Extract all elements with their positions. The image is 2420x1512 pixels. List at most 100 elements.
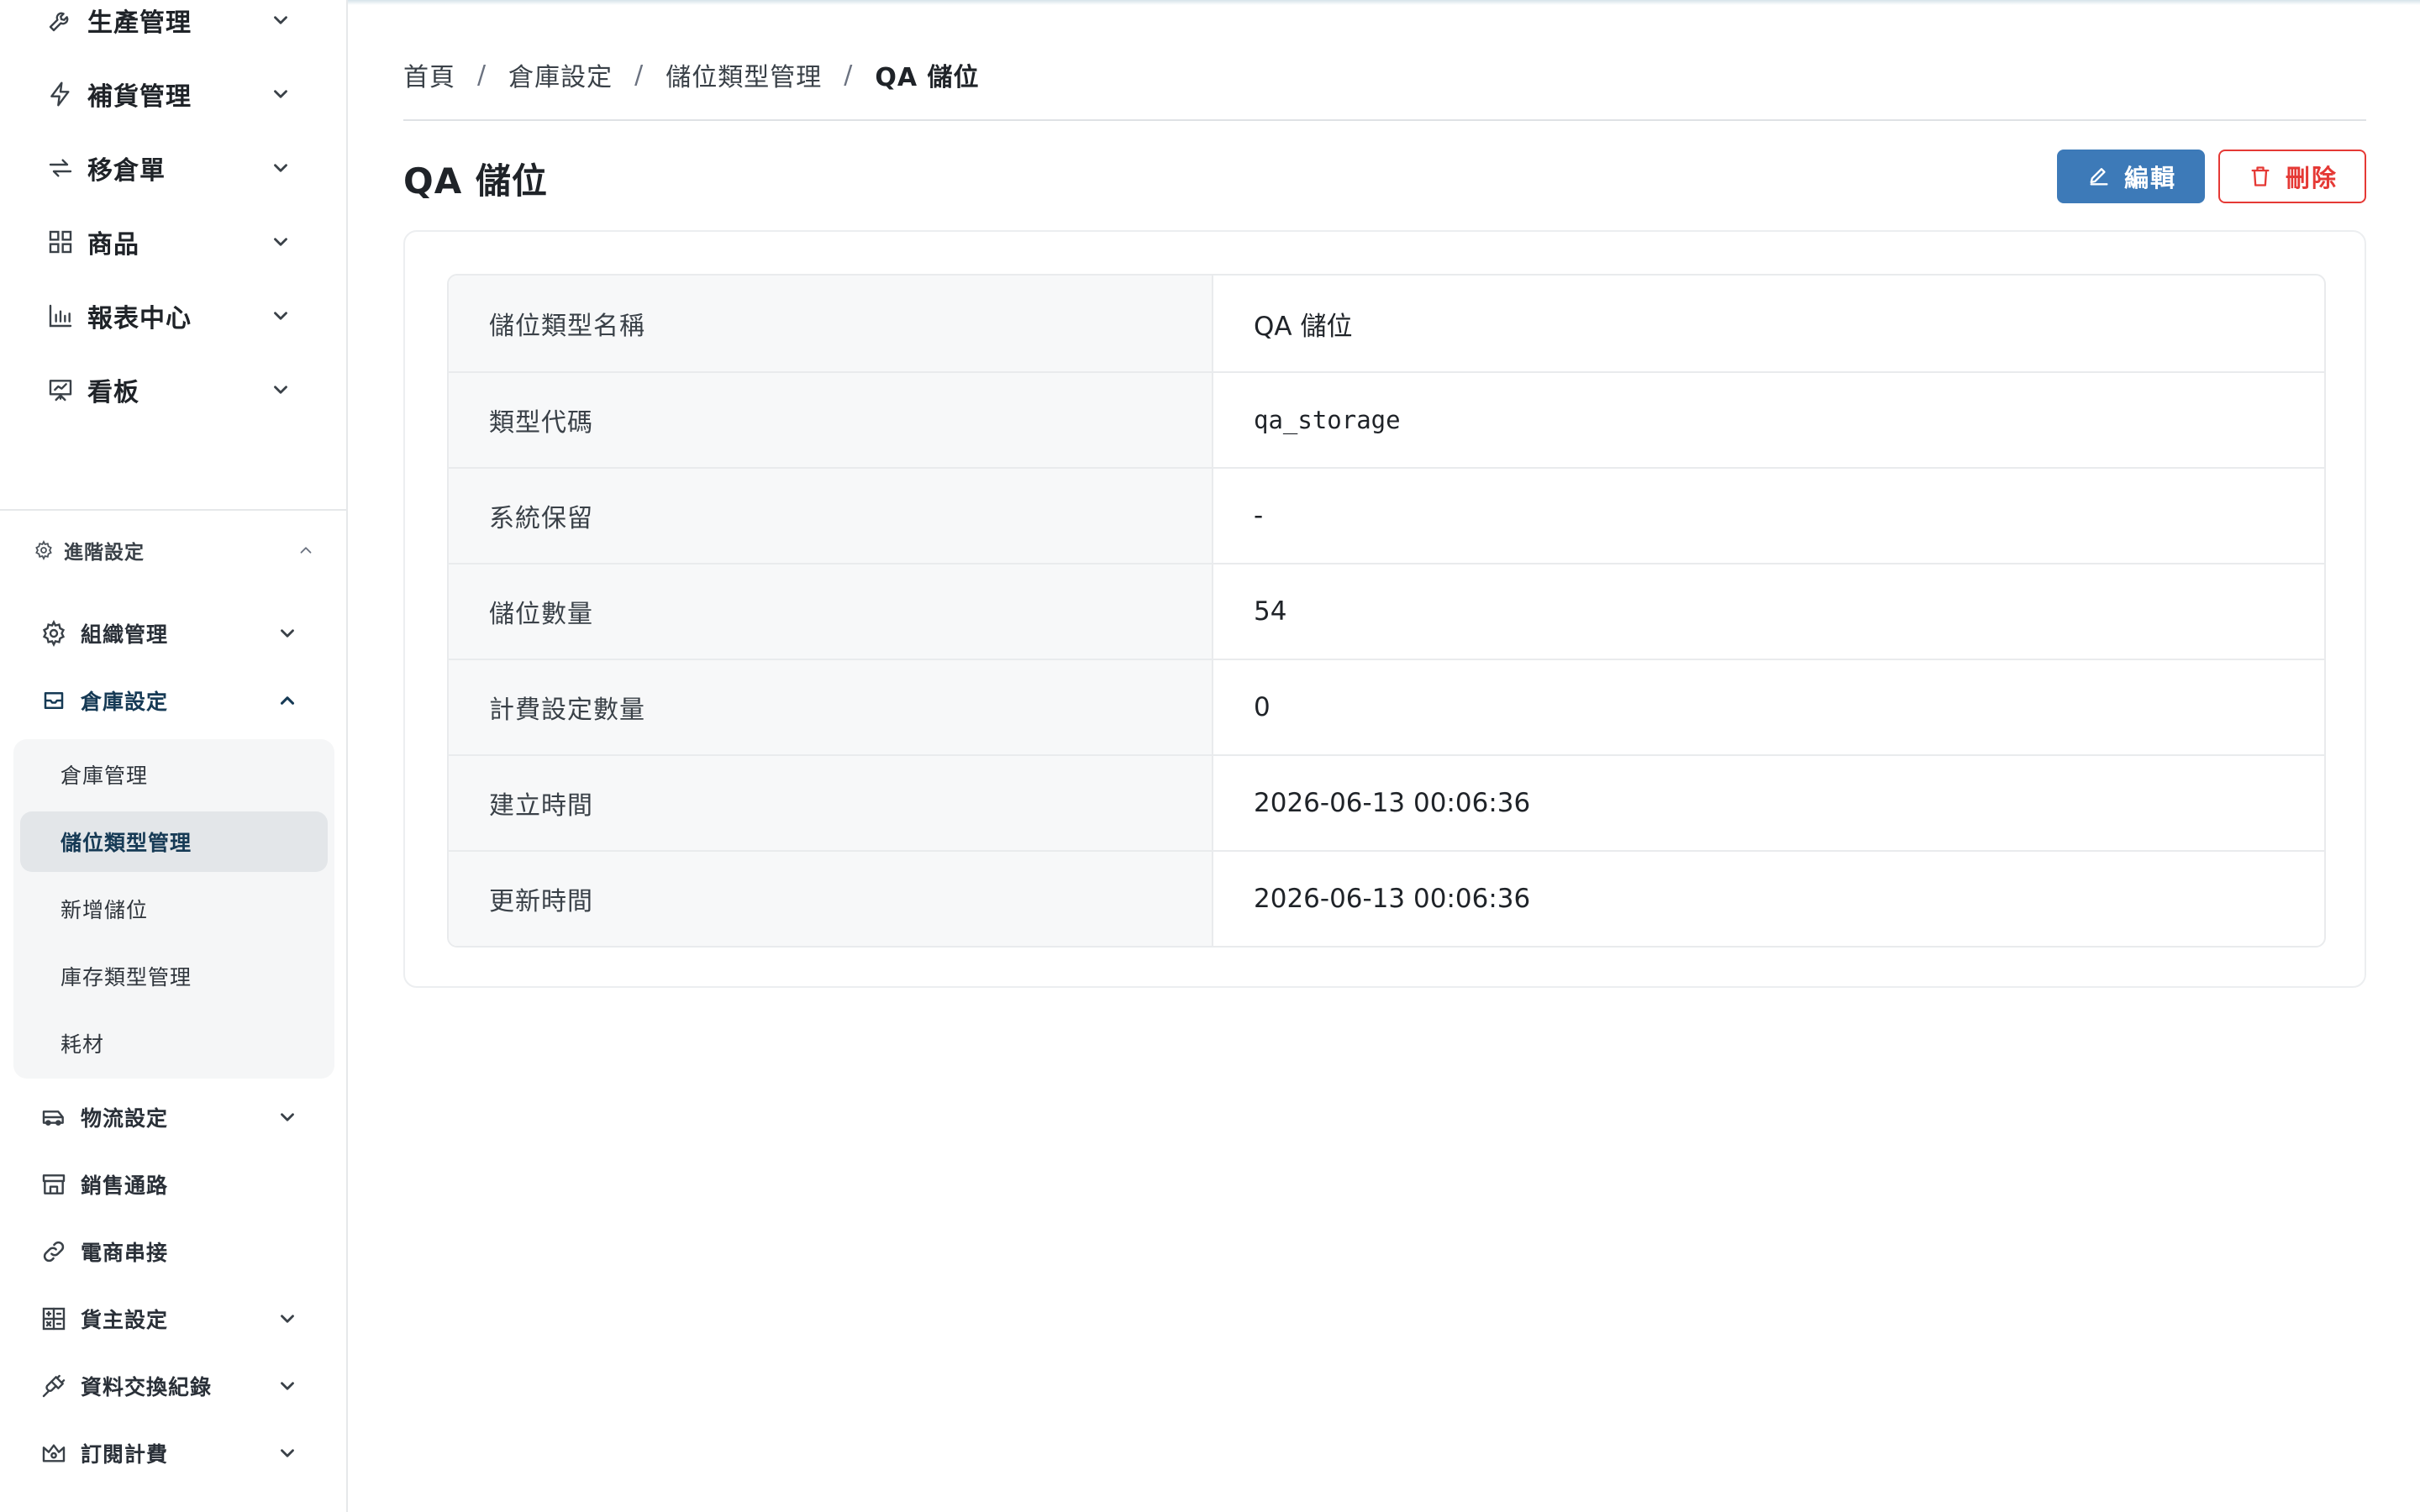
details-card: 儲位類型名稱 QA 儲位 類型代碼 qa_storage 系統保留 - 儲位數量… <box>403 230 2366 988</box>
table-row: 系統保留 - <box>449 467 2324 563</box>
chevron-down-icon <box>267 7 294 34</box>
sidebar-item-reports[interactable]: 報表中心 <box>0 279 346 353</box>
sidebar-item-label: 物流設定 <box>81 1106 169 1131</box>
crown-icon <box>39 1438 69 1468</box>
breadcrumb-separator: / <box>477 60 487 90</box>
breadcrumb-separator: / <box>634 60 644 90</box>
breadcrumb: 首頁 / 倉庫設定 / 儲位類型管理 / QA 儲位 <box>403 55 980 94</box>
breadcrumb-storage-types[interactable]: 儲位類型管理 <box>666 56 822 93</box>
sidebar-item-organization[interactable]: 組織管理 <box>0 600 346 667</box>
submenu-item-inventory-types[interactable]: 庫存類型管理 <box>20 946 328 1006</box>
sidebar-item-products[interactable]: 商品 <box>0 205 346 279</box>
submenu-item-label: 新增儲位 <box>60 898 149 922</box>
table-row: 計費設定數量 0 <box>449 659 2324 754</box>
chevron-down-icon <box>274 620 301 647</box>
pencil-icon <box>2086 163 2112 190</box>
inbox-icon <box>39 685 69 716</box>
detail-value-storage-count: 54 <box>1254 596 1287 627</box>
detail-label: 類型代碼 <box>449 373 1213 467</box>
chevron-down-icon <box>267 302 294 329</box>
sidebar-item-production[interactable]: 生產管理 <box>0 0 346 57</box>
storefront-icon <box>39 1169 69 1200</box>
submenu-item-storage-types[interactable]: 儲位類型管理 <box>20 811 328 872</box>
detail-value-code: qa_storage <box>1254 406 1401 434</box>
sidebar-item-replenishment[interactable]: 補貨管理 <box>0 57 346 131</box>
details-table: 儲位類型名稱 QA 儲位 類型代碼 qa_storage 系統保留 - 儲位數量… <box>447 274 2326 948</box>
link-icon <box>39 1236 69 1267</box>
breadcrumb-home[interactable]: 首頁 <box>403 56 455 93</box>
chevron-up-icon <box>274 687 301 714</box>
detail-value-name: QA 儲位 <box>1254 311 1353 342</box>
detail-label: 儲位數量 <box>449 564 1213 659</box>
sidebar-item-logistics[interactable]: 物流設定 <box>0 1084 346 1151</box>
warehouse-submenu: 倉庫管理 儲位類型管理 新增儲位 庫存類型管理 耗材 <box>13 739 334 1079</box>
grid-icon <box>44 225 77 259</box>
sidebar-item-sales-channels[interactable]: 銷售通路 <box>0 1151 346 1218</box>
transfer-arrows-icon <box>44 151 77 185</box>
sidebar-item-label: 資料交換紀錄 <box>81 1375 213 1399</box>
detail-label: 建立時間 <box>449 756 1213 850</box>
sidebar-section-label: 進階設定 <box>64 542 145 564</box>
sidebar-item-transfer[interactable]: 移倉單 <box>0 131 346 205</box>
chevron-down-icon <box>274 1104 301 1131</box>
lightning-icon <box>44 77 77 111</box>
submenu-item-add-storage[interactable]: 新增儲位 <box>20 879 328 939</box>
chevron-down-icon <box>274 1305 301 1332</box>
gear-icon <box>32 538 55 562</box>
chevron-down-icon <box>267 155 294 181</box>
sidebar-item-label: 電商串接 <box>81 1241 169 1265</box>
sidebar-item-warehouse-settings[interactable]: 倉庫設定 <box>0 667 346 734</box>
sidebar-section-advanced[interactable]: 進階設定 <box>0 521 346 580</box>
presentation-icon <box>44 373 77 407</box>
detail-label: 儲位類型名稱 <box>449 276 1213 371</box>
chevron-down-icon <box>274 1440 301 1467</box>
plug-icon <box>39 1371 69 1401</box>
sidebar: 生產管理 補貨管理 移倉單 商品 報表中心 看板 進階設定 組織管理 倉庫設定 … <box>0 0 348 1512</box>
submenu-item-label: 耗材 <box>60 1032 105 1057</box>
submenu-item-label: 庫存類型管理 <box>60 965 192 990</box>
detail-value-billing-count: 0 <box>1254 692 1270 722</box>
delete-button[interactable]: 刪除 <box>2218 150 2366 203</box>
submenu-item-warehouse-management[interactable]: 倉庫管理 <box>20 744 328 805</box>
sidebar-item-dashboard[interactable]: 看板 <box>0 353 346 427</box>
sidebar-item-label: 移倉單 <box>87 156 166 186</box>
breadcrumb-separator: / <box>844 60 854 90</box>
sidebar-item-ecommerce-integration[interactable]: 電商串接 <box>0 1218 346 1285</box>
wrench-icon <box>44 3 77 37</box>
table-row: 儲位類型名稱 QA 儲位 <box>449 276 2324 371</box>
chevron-up-icon <box>294 538 318 562</box>
chevron-down-icon <box>267 376 294 403</box>
table-row: 類型代碼 qa_storage <box>449 371 2324 467</box>
page-title: QA 儲位 <box>403 160 548 202</box>
breadcrumb-warehouse-settings[interactable]: 倉庫設定 <box>508 56 613 93</box>
sidebar-item-data-exchange-log[interactable]: 資料交換紀錄 <box>0 1352 346 1420</box>
top-header-shadow <box>348 0 2420 5</box>
detail-label: 更新時間 <box>449 852 1213 946</box>
sidebar-item-label: 看板 <box>87 378 139 407</box>
chevron-down-icon <box>267 81 294 108</box>
sidebar-item-owner-settings[interactable]: 貨主設定 <box>0 1285 346 1352</box>
sidebar-item-label: 組織管理 <box>81 622 169 647</box>
trash-icon <box>2247 163 2274 190</box>
edit-button[interactable]: 編輯 <box>2057 150 2205 203</box>
table-row: 建立時間 2026-06-13 00:06:36 <box>449 754 2324 850</box>
sidebar-item-subscription-billing[interactable]: 訂閱計費 <box>0 1420 346 1487</box>
breadcrumb-divider <box>403 119 2366 121</box>
sidebar-item-label: 銷售通路 <box>81 1173 169 1198</box>
sidebar-section-divider <box>0 509 346 511</box>
sidebar-item-label: 生產管理 <box>87 8 192 38</box>
table-row: 更新時間 2026-06-13 00:06:36 <box>449 850 2324 946</box>
submenu-item-consumables[interactable]: 耗材 <box>20 1013 328 1074</box>
sidebar-item-label: 貨主設定 <box>81 1308 169 1332</box>
calculator-icon <box>39 1304 69 1334</box>
sidebar-item-label: 訂閱計費 <box>81 1442 169 1467</box>
detail-value-system-reserved: - <box>1254 501 1264 531</box>
detail-value-updated-at: 2026-06-13 00:06:36 <box>1254 884 1531 914</box>
truck-icon <box>39 1102 69 1132</box>
chevron-down-icon <box>267 228 294 255</box>
cog-icon <box>39 618 69 648</box>
sidebar-item-label: 倉庫設定 <box>81 690 169 714</box>
submenu-item-label: 儲位類型管理 <box>60 831 192 855</box>
chevron-down-icon <box>274 1373 301 1399</box>
submenu-item-label: 倉庫管理 <box>60 764 149 788</box>
